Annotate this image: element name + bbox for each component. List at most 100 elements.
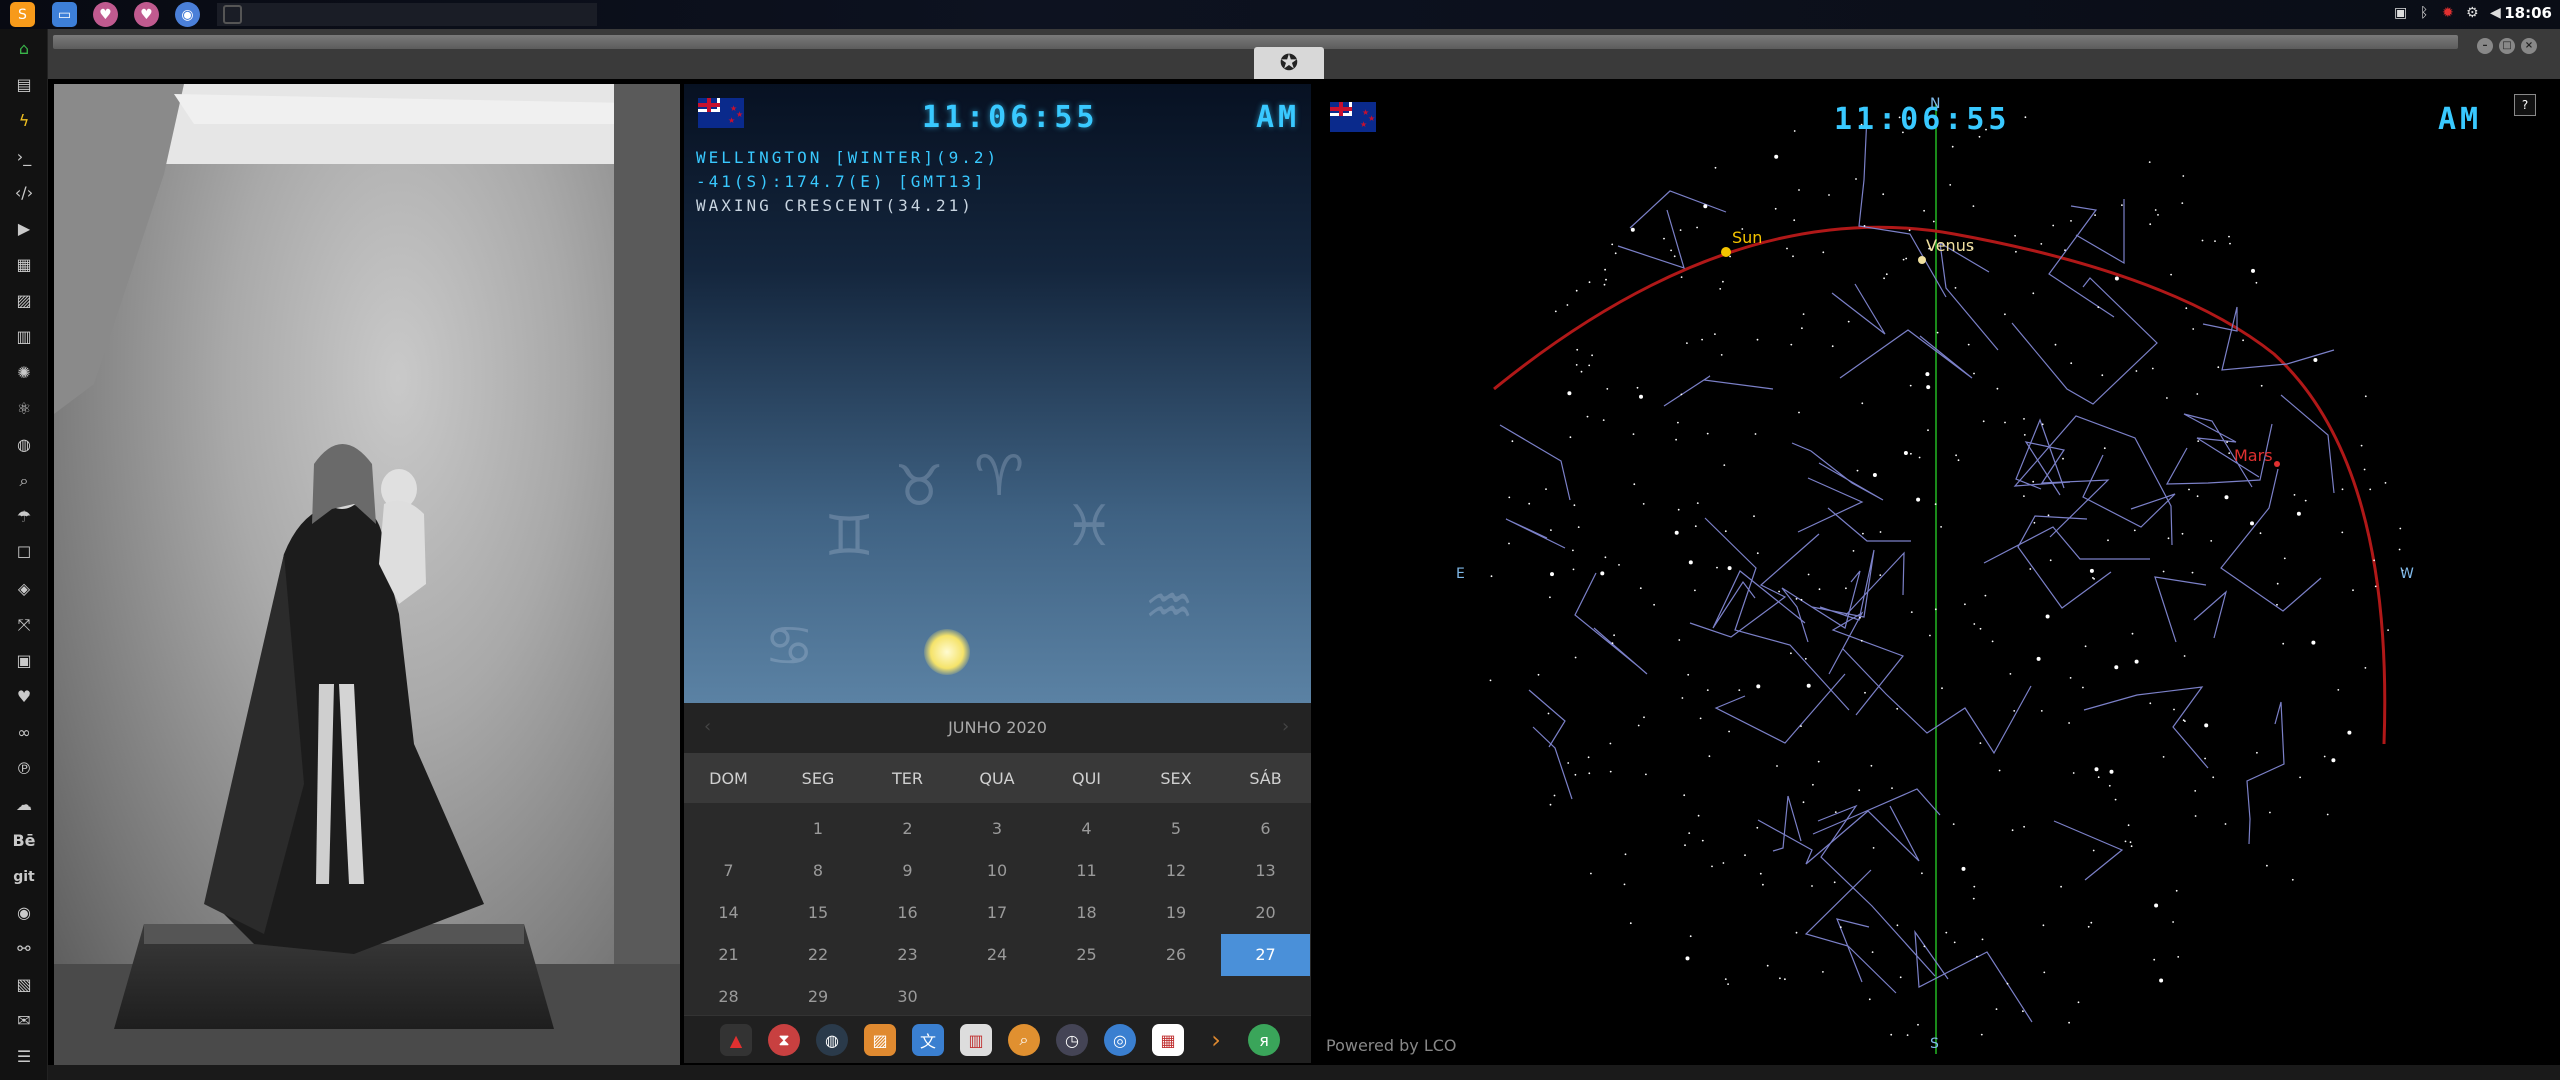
infinity-icon[interactable]: ∞ <box>12 721 36 745</box>
calendar-day[interactable]: 26 <box>1132 934 1221 976</box>
star <box>1795 931 1798 934</box>
calendar-day[interactable]: 16 <box>863 892 952 934</box>
umbrella-icon[interactable]: ☂ <box>12 505 36 529</box>
calendar-day[interactable]: 17 <box>953 892 1042 934</box>
calendar-day[interactable]: 8 <box>774 850 863 892</box>
dock-browser-icon[interactable]: ◎ <box>1104 1024 1136 1056</box>
dock-app-red-icon[interactable]: ▲ <box>720 1024 752 1056</box>
next-month-button[interactable]: › <box>1282 716 1289 737</box>
star <box>1952 823 1955 825</box>
calendar-day[interactable]: 29 <box>774 976 863 1018</box>
constellation-line <box>1811 549 1875 621</box>
document-icon[interactable]: ▤ <box>12 73 36 97</box>
image-tray-icon[interactable]: ▣ <box>2394 5 2407 21</box>
calendar-day[interactable]: 9 <box>863 850 952 892</box>
calendar-day[interactable]: 5 <box>1132 808 1221 850</box>
calendar-day[interactable]: 25 <box>1042 934 1131 976</box>
cloud-icon[interactable]: ☁ <box>12 793 36 817</box>
calendar-day[interactable]: 4 <box>1042 808 1131 850</box>
aperture-icon[interactable]: ✺ <box>12 361 36 385</box>
globe-icon[interactable]: ◍ <box>12 433 36 457</box>
system-clock[interactable]: 18:06 <box>2504 4 2552 22</box>
star <box>1574 773 1577 776</box>
settings-tray-icon[interactable]: ⚙ <box>2466 5 2479 21</box>
calendar-day[interactable]: 24 <box>953 934 1042 976</box>
star <box>1991 640 1994 643</box>
calendar-day-today[interactable]: 27 <box>1221 934 1310 976</box>
dock-calendar-icon[interactable]: ▦ <box>1152 1024 1184 1056</box>
dock-translate-icon[interactable]: 文 <box>912 1024 944 1056</box>
calendar-day[interactable]: 23 <box>863 934 952 976</box>
calendar-day[interactable]: 14 <box>684 892 773 934</box>
calendar-day[interactable]: 6 <box>1221 808 1310 850</box>
lightning-icon[interactable]: ϟ <box>12 109 36 133</box>
calendar-day[interactable]: 15 <box>774 892 863 934</box>
bluetooth-tray-icon[interactable]: ᛒ <box>2420 5 2428 21</box>
running-window-task[interactable] <box>217 3 597 26</box>
github-icon[interactable]: ◉ <box>12 901 36 925</box>
dock-hourglass-icon[interactable]: ⧗ <box>768 1024 800 1056</box>
maximize-button[interactable]: □ <box>2499 38 2515 54</box>
calendar-day[interactable]: 18 <box>1042 892 1131 934</box>
calendar-day[interactable]: 28 <box>684 976 773 1018</box>
code-icon[interactable]: ‹/› <box>12 181 36 205</box>
calendar-day[interactable]: 2 <box>863 808 952 850</box>
app-icon-pink-1[interactable]: ♥ <box>93 2 118 27</box>
map-icon[interactable]: ▧ <box>12 973 36 997</box>
search-icon[interactable]: ⌕ <box>12 469 36 493</box>
dock-image-viewer-icon[interactable]: ▨ <box>864 1024 896 1056</box>
expand-icon[interactable]: ⤧ <box>12 613 36 637</box>
calendar-day[interactable]: 11 <box>1042 850 1131 892</box>
sublime-app-icon[interactable]: S <box>10 2 35 27</box>
bicycle-icon[interactable]: ⚯ <box>12 937 36 961</box>
star <box>1902 258 1905 261</box>
calendar-day[interactable]: 19 <box>1132 892 1221 934</box>
volume-tray-icon[interactable]: ◀ <box>2490 5 2501 21</box>
minimize-button[interactable]: – <box>2477 38 2493 54</box>
close-button[interactable]: × <box>2521 38 2537 54</box>
behance-icon[interactable]: Bē <box>12 829 36 853</box>
calendar-day[interactable]: 10 <box>953 850 1042 892</box>
bug-tray-icon[interactable]: ✹ <box>2442 5 2454 21</box>
terminal-icon[interactable]: ›_ <box>12 145 36 169</box>
star <box>2260 384 2263 387</box>
dock-arrow-icon[interactable]: › <box>1200 1024 1232 1056</box>
star <box>1839 926 1842 929</box>
star <box>2052 224 2055 227</box>
calendar-day[interactable]: 1 <box>774 808 863 850</box>
news-icon[interactable]: ▥ <box>12 325 36 349</box>
play-icon[interactable]: ▶ <box>12 217 36 241</box>
help-button[interactable]: ? <box>2514 94 2536 116</box>
calendar-day[interactable]: 20 <box>1221 892 1310 934</box>
pinterest-icon[interactable]: ℗ <box>12 757 36 781</box>
home-icon[interactable]: ⌂ <box>12 37 36 61</box>
dock-search-icon[interactable]: ⌕ <box>1008 1024 1040 1056</box>
calendar-day[interactable]: 7 <box>684 850 773 892</box>
calendar-day[interactable]: 3 <box>953 808 1042 850</box>
chromium-app-icon[interactable]: ◉ <box>175 2 200 27</box>
dock-clock-icon[interactable]: ◷ <box>1056 1024 1088 1056</box>
calendar-day[interactable]: 13 <box>1221 850 1310 892</box>
contact-icon[interactable]: ☐ <box>12 541 36 565</box>
calendar-day[interactable]: 22 <box>774 934 863 976</box>
film-icon[interactable]: ▦ <box>12 253 36 277</box>
git-icon[interactable]: git <box>12 865 36 889</box>
image-icon[interactable]: ▨ <box>12 289 36 313</box>
star <box>2049 559 2052 562</box>
heart-icon[interactable]: ♥ <box>12 685 36 709</box>
diamond-icon[interactable]: ◈ <box>12 577 36 601</box>
rebel-alliance-icon[interactable]: ✪ <box>1254 47 1324 79</box>
dock-globe-dark-icon[interactable]: ◍ <box>816 1024 848 1056</box>
calendar-day[interactable]: 21 <box>684 934 773 976</box>
menu-icon[interactable]: ☰ <box>12 1045 36 1069</box>
app-icon-pink-2[interactable]: ♥ <box>134 2 159 27</box>
dock-news-icon[interactable]: ▥ <box>960 1024 992 1056</box>
star <box>2374 585 2377 588</box>
dock-yandex-icon[interactable]: я <box>1248 1024 1280 1056</box>
calendar-day[interactable]: 30 <box>863 976 952 1018</box>
calendar-day[interactable]: 12 <box>1132 850 1221 892</box>
files-app-icon[interactable]: ▭ <box>52 2 77 27</box>
youtube-icon[interactable]: ▣ <box>12 649 36 673</box>
atom-icon[interactable]: ⚛ <box>12 397 36 421</box>
mail-icon[interactable]: ✉ <box>12 1009 36 1033</box>
